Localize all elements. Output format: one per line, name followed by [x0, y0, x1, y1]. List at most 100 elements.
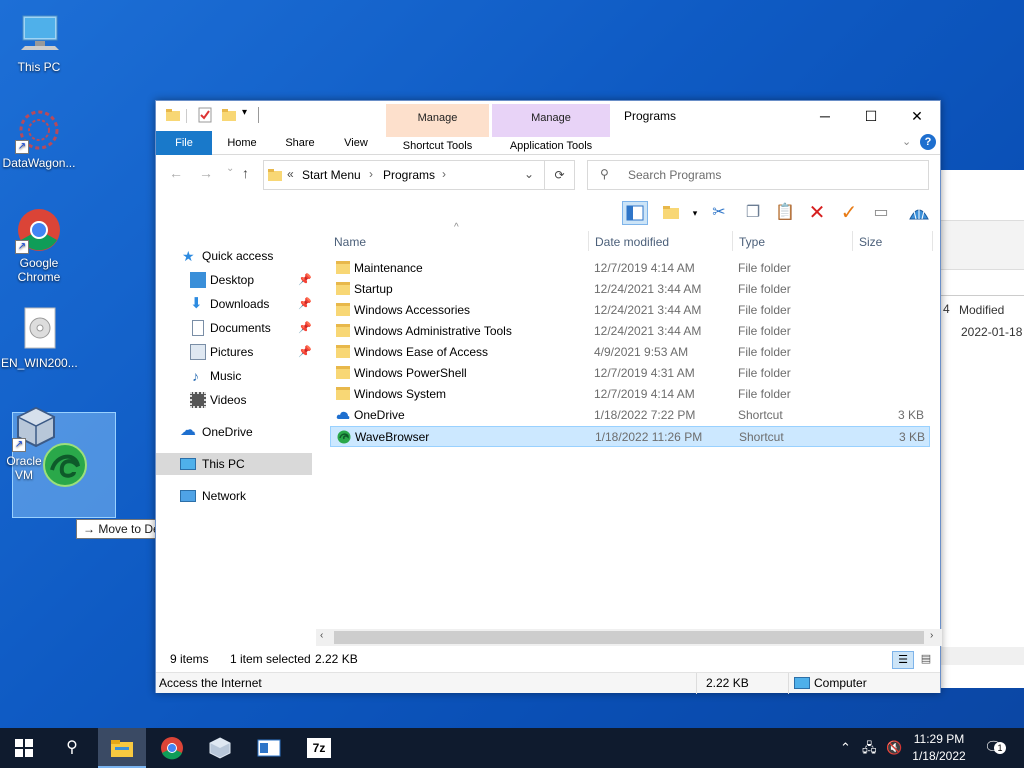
desktop-icon-datawagon[interactable]: ↗ DataWagon... [1, 106, 77, 170]
shortcut-arrow-icon: ↗ [15, 240, 29, 254]
folder-icon [336, 345, 350, 358]
file-explorer-window[interactable]: ▾ Programs ─ ☐ ✕ Manage Shortcut Tools M… [155, 100, 942, 694]
show-hidden-icons[interactable]: ⌃ [840, 728, 851, 768]
column-header-name[interactable]: Name [334, 231, 366, 253]
dropdown-arrow-icon[interactable]: ▾ [682, 201, 708, 225]
expand-ribbon-icon[interactable]: ⌄ [902, 135, 911, 148]
column-header-date[interactable]: Date modified [595, 231, 669, 253]
chevron-right-icon[interactable]: › [369, 167, 373, 181]
nav-label: Network [202, 489, 247, 503]
customize-qat-icon[interactable]: ▾ [242, 107, 247, 118]
manage-label: Manage [531, 112, 571, 124]
horizontal-scrollbar[interactable]: ‹ › [316, 629, 942, 646]
nav-videos[interactable]: Videos [156, 389, 314, 411]
start-button[interactable] [0, 728, 48, 768]
search-icon[interactable]: ⚲ [48, 728, 96, 768]
desktop-icon-chrome[interactable]: ↗ Google Chrome [1, 206, 77, 284]
notification-icon[interactable]: 🗨 1 [984, 728, 1006, 768]
scrollbar-thumb[interactable] [334, 631, 924, 644]
new-folder-icon[interactable] [222, 108, 236, 122]
taskbar-virtualbox[interactable] [196, 728, 244, 768]
back-button[interactable]: ← [169, 165, 183, 181]
scroll-left-icon[interactable]: ‹ [320, 630, 323, 641]
tab-file[interactable]: File [156, 131, 212, 155]
delete-icon[interactable]: ✕ [804, 201, 830, 225]
details-view-icon[interactable]: ☰ [892, 651, 914, 669]
tab-share[interactable]: Share [276, 131, 324, 155]
close-button[interactable]: ✕ [894, 101, 940, 131]
taskbar-app[interactable] [245, 728, 293, 768]
taskbar-file-explorer[interactable] [98, 728, 146, 768]
preview-pane-icon[interactable] [622, 201, 648, 225]
file-row[interactable]: OneDrive 1/18/2022 7:22 PM Shortcut 3 KB [330, 405, 930, 426]
breadcrumb-overflow[interactable]: « [287, 167, 294, 181]
folder-icon [336, 366, 350, 379]
properties-icon[interactable] [198, 107, 214, 123]
tab-view[interactable]: View [332, 131, 380, 155]
pin-icon[interactable]: 📌 [298, 341, 312, 363]
nav-onedrive[interactable]: ☁ OneDrive [156, 421, 314, 443]
clock[interactable]: 11:29 PM 1/18/2022 [904, 731, 974, 765]
network-tray-icon[interactable]: 🖧 [862, 728, 877, 768]
recent-locations-icon[interactable]: ⌄ [226, 163, 234, 174]
pin-icon[interactable]: 📌 [298, 293, 312, 315]
refresh-button[interactable]: ⟳ [545, 160, 575, 190]
item-count: 9 items [170, 652, 209, 666]
nav-desktop[interactable]: Desktop 📌 [156, 269, 314, 291]
cut-icon[interactable]: ✂ [706, 201, 732, 225]
nav-quick-access[interactable]: ★ Quick access [156, 245, 314, 267]
desktop-icon-iso[interactable]: EN_WIN200... [1, 306, 78, 370]
file-row[interactable]: Maintenance 12/7/2019 4:14 AM File folder [330, 258, 930, 279]
nav-pictures[interactable]: Pictures 📌 [156, 341, 314, 363]
volume-muted-icon[interactable]: 🔇 [886, 728, 902, 768]
taskbar-7zip[interactable]: 7z [295, 728, 343, 768]
background-window[interactable]: 4 Modified 2022-01-18 1 [940, 170, 1024, 688]
search-placeholder[interactable]: Search Programs [628, 168, 721, 182]
column-header-type[interactable]: Type [739, 231, 765, 253]
tab-home[interactable]: Home [218, 131, 266, 155]
shell-icon[interactable] [906, 201, 932, 225]
nav-music[interactable]: ♪ Music [156, 365, 314, 387]
pin-icon[interactable]: 📌 [298, 269, 312, 291]
file-row[interactable]: Windows System 12/7/2019 4:14 AM File fold… [330, 384, 930, 405]
disc-image-icon [15, 306, 63, 354]
properties-toolbar-icon[interactable]: ▭ [868, 201, 894, 225]
breadcrumb-programs[interactable]: Programs [383, 168, 435, 182]
paste-icon[interactable]: 📋 [772, 201, 798, 225]
bg-modified-header[interactable]: Modified [959, 303, 1004, 317]
nav-documents[interactable]: Documents 📌 [156, 317, 314, 339]
minimize-button[interactable]: ─ [802, 101, 848, 131]
file-row[interactable]: WaveBrowser 1/18/2022 11:26 PM Shortcut 3 K… [330, 426, 930, 447]
address-dropdown-icon[interactable]: ⌄ [524, 167, 534, 181]
pin-icon[interactable]: 📌 [298, 317, 312, 339]
rename-check-icon[interactable]: ✓ [836, 201, 862, 225]
breadcrumb-start-menu[interactable]: Start Menu [302, 168, 361, 182]
search-box[interactable]: ⚲ Search Programs [587, 160, 929, 190]
file-row[interactable]: Windows Administrative Tools 12/24/2021 3… [330, 321, 930, 342]
chevron-right-icon[interactable]: › [442, 167, 446, 181]
file-date: 1/18/2022 7:22 PM [594, 408, 696, 422]
file-name: Windows Accessories [354, 303, 471, 317]
network-icon [180, 490, 196, 502]
file-row[interactable]: Windows Accessories 12/24/2021 3:44 AM Fil… [330, 300, 930, 321]
file-row[interactable]: Windows PowerShell 12/7/2019 4:31 AM File … [330, 363, 930, 384]
computer-icon [794, 677, 810, 689]
scroll-right-icon[interactable]: › [930, 630, 933, 641]
maximize-button[interactable]: ☐ [848, 101, 894, 131]
folder-icon [336, 261, 350, 274]
file-row[interactable]: Startup 12/24/2021 3:44 AM File folder [330, 279, 930, 300]
column-header-size[interactable]: Size [859, 231, 882, 253]
address-bar[interactable]: « Start Menu › Programs › ⌄ [263, 160, 545, 190]
taskbar-chrome[interactable] [148, 728, 196, 768]
file-row[interactable]: Windows Ease of Access 4/9/2021 9:53 AM Fi… [330, 342, 930, 363]
new-folder-toolbar-icon[interactable] [658, 201, 684, 225]
nav-this-pc[interactable]: This PC [156, 453, 312, 475]
nav-downloads[interactable]: ⬇ Downloads 📌 [156, 293, 314, 315]
copy-icon[interactable]: ❐ [740, 201, 766, 225]
up-button[interactable]: ↑ [242, 165, 249, 181]
desktop-icon-this-pc[interactable]: This PC [1, 10, 77, 74]
forward-button[interactable]: → [199, 165, 213, 181]
nav-network[interactable]: Network [156, 485, 314, 507]
large-icons-view-icon[interactable]: ▤ [916, 651, 936, 669]
help-icon[interactable]: ? [920, 134, 936, 150]
